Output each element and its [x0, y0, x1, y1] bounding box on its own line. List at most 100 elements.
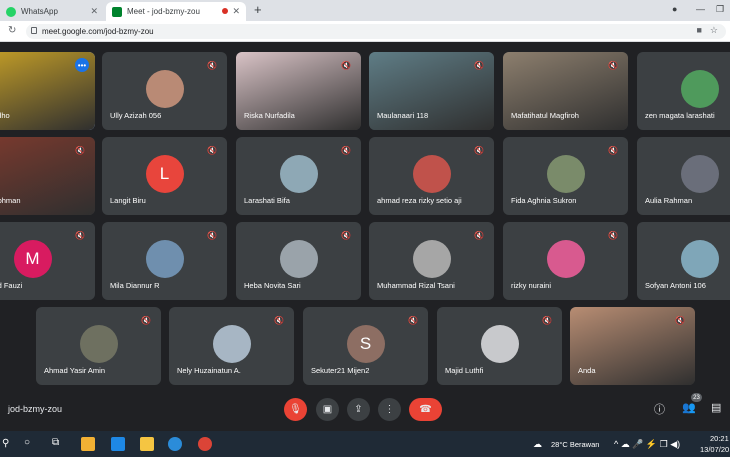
tab-whatsapp[interactable]: WhatsApp ✕	[0, 2, 104, 21]
minimize-icon[interactable]: —	[696, 4, 705, 14]
mail-icon[interactable]	[111, 437, 125, 451]
reload-icon[interactable]: ↻	[8, 25, 16, 36]
clock-time[interactable]: 20:21	[710, 434, 729, 443]
file-explorer-icon[interactable]	[140, 437, 154, 451]
participant-name: Nely Huzainatun A.	[177, 366, 241, 375]
participant-tile[interactable]: ••• Murtadho	[0, 52, 95, 130]
people-icon[interactable]: 👥	[682, 401, 696, 414]
leave-call-button[interactable]: ☎	[409, 398, 442, 421]
participant-name: Larashati Bifa	[244, 196, 290, 205]
avatar	[546, 240, 585, 278]
avatar	[145, 70, 184, 108]
mic-muted-icon: 🔇	[207, 145, 217, 155]
more-options-button[interactable]: ⋮	[378, 398, 401, 421]
weather-icon: ☁	[533, 439, 542, 449]
participant-tile[interactable]: 🔇 Heba Novita Sari	[236, 222, 361, 300]
participant-name: Majid Luthfi	[445, 366, 484, 375]
system-tray-icons[interactable]: ^ ☁ 🎤 ⚡ ❐ ◀)	[614, 439, 680, 450]
clock-date[interactable]: 13/07/20	[700, 445, 729, 454]
avatar	[680, 70, 719, 108]
more-vert-icon: ⋮	[384, 404, 395, 415]
participant-name: rizky nuraini	[511, 281, 552, 290]
avatar	[79, 325, 118, 363]
store-icon[interactable]	[81, 437, 95, 451]
avatar: L	[145, 155, 184, 193]
tab-search-icon[interactable]: ●	[672, 4, 677, 14]
mic-muted-icon: 🔇	[341, 145, 351, 155]
avatar	[680, 240, 719, 278]
participant-tile[interactable]: 🔇 Nely Huzainatun A.	[169, 307, 294, 385]
lock-icon	[31, 27, 37, 34]
mic-toggle-button[interactable]: 🎙	[284, 398, 307, 421]
mic-off-icon: 🎙	[289, 404, 302, 415]
participant-tile[interactable]: L 🔇 Langit Biru	[102, 137, 227, 215]
weather-text[interactable]: 28°C Berawan	[551, 440, 599, 449]
participant-name: Fida Aghnia Sukron	[511, 196, 577, 205]
cortana-icon[interactable]: ○	[24, 437, 30, 448]
participant-tile[interactable]: 🔇 Anda	[570, 307, 695, 385]
participant-tile[interactable]: 🔇Aulia Rahman	[637, 137, 730, 215]
participant-tile[interactable]: 🔇 Ully Azizah 056	[102, 52, 227, 130]
chat-icon[interactable]: ▤	[711, 401, 721, 414]
participant-tile[interactable]: 🔇 Majid Luthfi	[437, 307, 562, 385]
mic-muted-icon: 🔇	[207, 230, 217, 240]
tab-meet[interactable]: Meet - jod-bzmy-zou ✕	[106, 2, 246, 21]
new-tab-button[interactable]: +	[254, 2, 262, 17]
avatar	[680, 155, 719, 193]
restore-icon[interactable]: ❐	[716, 4, 724, 15]
bookmark-star-icon[interactable]: ☆	[710, 25, 718, 36]
camera-indicator-icon[interactable]: ■	[696, 25, 701, 36]
mic-muted-icon: 🔇	[542, 315, 552, 325]
participant-tile[interactable]: 🔇 Larashati Bifa	[236, 137, 361, 215]
search-icon[interactable]: ⚲	[2, 438, 9, 449]
mic-muted-icon: 🔇	[207, 60, 217, 70]
participant-grid: ••• Murtadho 🔇 Ully Azizah 056 🔇 Riska Nurfad…	[0, 42, 730, 387]
speaking-indicator-icon: •••	[75, 58, 89, 72]
mic-muted-icon: 🔇	[341, 230, 351, 240]
participant-name: Ully Azizah 056	[110, 111, 162, 120]
mic-muted-icon: 🔇	[141, 315, 151, 325]
participant-tile[interactable]: S 🔇 Sekuter21 Mijen2	[303, 307, 428, 385]
participant-tile[interactable]: 🔇 rizky nuraini	[503, 222, 628, 300]
camera-toggle-button[interactable]: ▣	[316, 398, 339, 421]
present-button[interactable]: ⇪	[347, 398, 370, 421]
chrome-icon[interactable]	[198, 437, 212, 451]
mic-muted-icon: 🔇	[474, 145, 484, 155]
close-icon[interactable]: ✕	[232, 6, 240, 17]
participant-tile[interactable]: 🔇 Riska Nurfadila	[236, 52, 361, 130]
url-text: meet.google.com/jod-bzmy-zou	[42, 27, 154, 36]
url-input[interactable]: meet.google.com/jod-bzmy-zou ■ ☆	[26, 24, 726, 39]
participant-name: Sofyan Antoni 106	[645, 281, 706, 290]
meeting-info-icon[interactable]: ⓘ	[654, 401, 665, 417]
mic-muted-icon: 🔇	[274, 315, 284, 325]
participant-tile[interactable]: 🔇 Fida Aghnia Sukron	[503, 137, 628, 215]
participant-tile[interactable]: 🔇 Nur Rohman	[0, 137, 95, 215]
task-view-icon[interactable]: ⧉	[52, 437, 59, 448]
participant-name: Langit Biru	[110, 196, 146, 205]
close-icon[interactable]: ✕	[90, 6, 98, 17]
participant-tile[interactable]: 🔇 Mafatihatul Magfiroh	[503, 52, 628, 130]
participant-tile[interactable]: 🔇 Ahmad Yasir Amin	[36, 307, 161, 385]
avatar: S	[346, 325, 385, 363]
meeting-controls: jod-bzmy-zou 🎙 ▣ ⇪ ⋮ ☎ ⓘ 👥 23 ▤	[0, 387, 730, 431]
participant-tile[interactable]: 🔇 ahmad reza rizky setio aji	[369, 137, 494, 215]
participant-tile[interactable]: 🔇 Maulanaari 118	[369, 52, 494, 130]
participant-name: Muhammad Rizal Tsani	[377, 281, 455, 290]
avatar	[546, 155, 585, 193]
participant-tile[interactable]: 🔇 Mila Diannur R	[102, 222, 227, 300]
participant-tile[interactable]: 🔇 Muhammad Rizal Tsani	[369, 222, 494, 300]
mic-muted-icon: 🔇	[75, 145, 85, 155]
participant-name: Aulia Rahman	[645, 196, 693, 205]
mic-muted-icon: 🔇	[608, 145, 618, 155]
avatar	[412, 240, 451, 278]
participant-name: Heba Novita Sari	[244, 281, 301, 290]
participant-tile[interactable]: 🔇zen magata larashati	[637, 52, 730, 130]
participant-tile[interactable]: M 🔇 Ahmad Fauzi	[0, 222, 95, 300]
participant-tile[interactable]: 🔇Sofyan Antoni 106	[637, 222, 730, 300]
participant-name: Mila Diannur R	[110, 281, 160, 290]
edge-icon[interactable]	[168, 437, 182, 451]
mic-muted-icon: 🔇	[408, 315, 418, 325]
camera-icon: ▣	[322, 404, 333, 415]
avatar: M	[13, 240, 52, 278]
participant-name: ahmad reza rizky setio aji	[377, 196, 462, 205]
